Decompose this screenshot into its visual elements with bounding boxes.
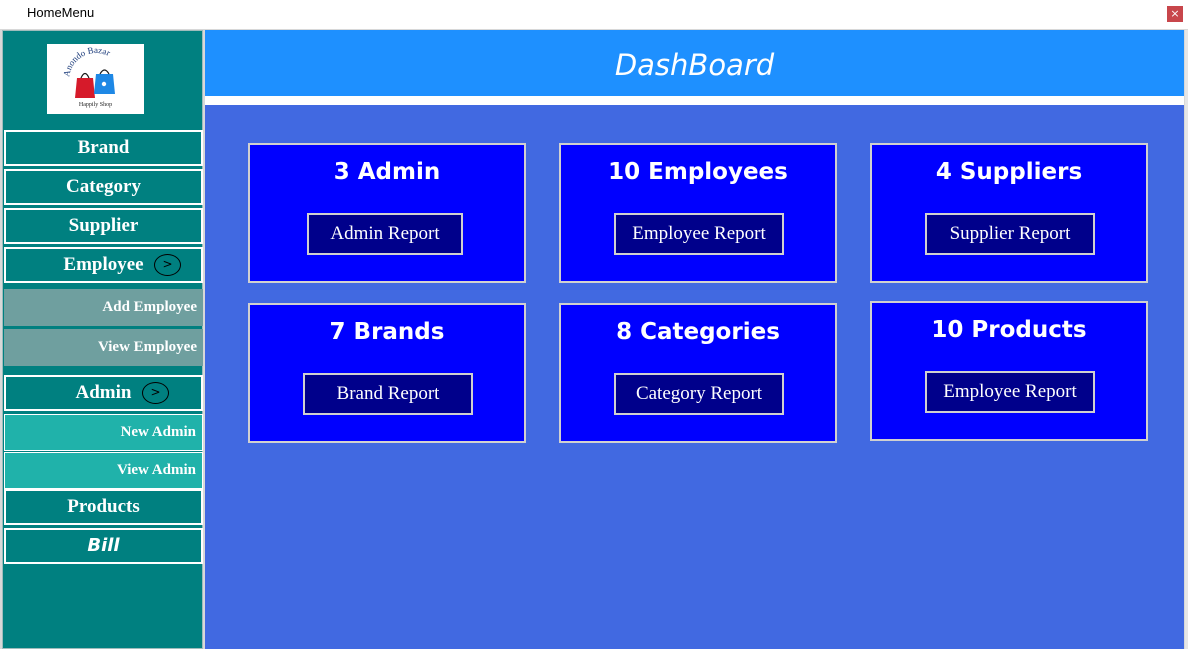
sidebar: Anondo Bazar Happily Shop Brand Category… xyxy=(2,30,203,649)
sidebar-item-admin[interactable]: Admin > xyxy=(4,375,203,411)
stat-card-title: 4 Suppliers xyxy=(935,159,1083,185)
window-titlebar: HomeMenu × xyxy=(0,0,1188,28)
close-button[interactable]: × xyxy=(1167,6,1183,22)
stat-card-suppliers: 4 Suppliers Supplier Report xyxy=(870,143,1148,283)
sidebar-item-admin-label: Admin xyxy=(75,382,132,403)
sidebar-item-products[interactable]: Products xyxy=(4,489,203,525)
svg-text:Anondo Bazar: Anondo Bazar xyxy=(61,45,112,78)
products-report-button[interactable]: Employee Report xyxy=(925,371,1095,413)
sidebar-subitem-add-employee[interactable]: Add Employee xyxy=(4,289,203,326)
logo-tagline: Happily Shop xyxy=(79,102,112,108)
stat-card-admin: 3 Admin Admin Report xyxy=(248,143,526,283)
admin-expand-icon[interactable]: > xyxy=(142,382,169,404)
sidebar-item-employee[interactable]: Employee > xyxy=(4,247,203,283)
sidebar-item-brand[interactable]: Brand xyxy=(4,130,203,166)
brand-report-button[interactable]: Brand Report xyxy=(303,373,473,415)
stat-card-products: 10 Products Employee Report xyxy=(870,301,1148,441)
sidebar-item-employee-label: Employee xyxy=(63,254,144,275)
main-panel: DashBoard 3 Admin Admin Report 10 Employ… xyxy=(205,30,1184,649)
stat-card-title: 3 Admin xyxy=(333,159,441,185)
sidebar-subitem-view-admin[interactable]: View Admin xyxy=(4,452,203,489)
sidebar-item-supplier[interactable]: Supplier xyxy=(4,208,203,244)
logo-brand-text: Anondo Bazar xyxy=(61,45,112,78)
supplier-report-button[interactable]: Supplier Report xyxy=(925,213,1095,255)
stat-card-brands: 7 Brands Brand Report xyxy=(248,303,526,443)
logo: Anondo Bazar Happily Shop xyxy=(47,44,144,114)
stat-card-title: 8 Categories xyxy=(616,319,780,345)
sidebar-item-bill[interactable]: Bill xyxy=(4,528,203,564)
window-title: HomeMenu xyxy=(27,5,95,20)
employee-report-button[interactable]: Employee Report xyxy=(614,213,784,255)
dashboard-header: DashBoard xyxy=(205,30,1184,96)
header-divider xyxy=(205,96,1184,105)
category-report-button[interactable]: Category Report xyxy=(614,373,784,415)
stat-card-title: 10 Products xyxy=(931,317,1087,343)
stat-card-employees: 10 Employees Employee Report xyxy=(559,143,837,283)
page-title: DashBoard xyxy=(614,48,775,82)
stat-card-title: 7 Brands xyxy=(329,319,445,345)
stat-card-title: 10 Employees xyxy=(608,159,788,185)
sidebar-subitem-new-admin[interactable]: New Admin xyxy=(4,414,203,451)
sidebar-item-category[interactable]: Category xyxy=(4,169,203,205)
logo-image: Anondo Bazar Happily Shop xyxy=(61,45,115,108)
sidebar-subitem-view-employee[interactable]: View Employee xyxy=(4,329,203,366)
admin-report-button[interactable]: Admin Report xyxy=(307,213,463,255)
employee-expand-icon[interactable]: > xyxy=(154,254,181,276)
stat-card-categories: 8 Categories Category Report xyxy=(559,303,837,443)
